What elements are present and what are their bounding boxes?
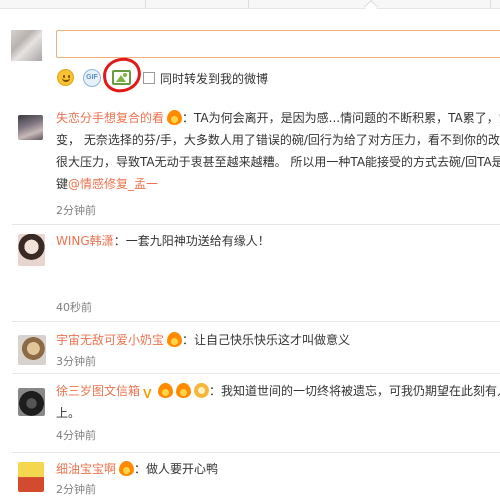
comment-body: 细油宝宝啊 ：做人要开心鸭 xyxy=(56,458,500,480)
flame-badge-icon xyxy=(158,383,174,398)
comment-timestamp: 2分钟前 xyxy=(56,204,96,217)
flame-badge-icon xyxy=(167,332,183,347)
flame-badge-icon xyxy=(167,110,183,125)
tab-separator xyxy=(490,0,491,8)
current-user-avatar xyxy=(11,30,42,61)
medal-badge-icon xyxy=(194,383,210,398)
comment-divider xyxy=(12,224,500,225)
comment-timestamp: 3分钟前 xyxy=(56,355,96,368)
verified-v-icon: V xyxy=(143,386,152,401)
avatar[interactable] xyxy=(18,388,45,416)
top-tab-bar xyxy=(0,0,500,9)
comment-body: WING韩潇：一套九阳神功送给有缘人！ xyxy=(56,230,500,252)
comment-text-line: 变， 无奈选择的芬/手，大多数人用了错误的碗/回行为给了对方压力，看不到你的改变 xyxy=(56,133,500,147)
composer-toolbar: GIF 同时转发到我的微博 xyxy=(56,55,496,95)
comment-timestamp: 4分钟前 xyxy=(56,429,96,442)
mention-link[interactable]: @情感修复_孟一 xyxy=(68,177,158,191)
repost-checkbox[interactable] xyxy=(143,72,155,84)
comment-body: 徐三岁图文信箱 V ：我知道世间的一切终将被遗忘，可我仍期望在此刻有人和 上。 xyxy=(56,380,500,424)
avatar[interactable] xyxy=(18,462,44,492)
comment-separator: ： xyxy=(182,111,195,125)
comment-username[interactable]: 失恋分手想复合的看 xyxy=(56,111,164,125)
avatar[interactable] xyxy=(18,234,45,266)
avatar[interactable] xyxy=(18,115,43,140)
comment-text: 一套九阳神功送给有缘人！ xyxy=(125,234,270,248)
comment-username[interactable]: 徐三岁图文信箱 xyxy=(56,384,140,398)
avatar[interactable] xyxy=(18,335,46,365)
comment-timestamp: 40秒前 xyxy=(56,301,92,314)
comment-separator: ： xyxy=(182,333,195,347)
comment-text: 让自己快乐快乐这才叫做意义 xyxy=(194,333,351,347)
comment-username[interactable]: WING韩潇 xyxy=(56,234,114,248)
comment-text-line: 很大压力，导致TA无动于衷甚至越来越糟。 所以用一种TA能接受的方式去碗/回TA… xyxy=(56,155,500,169)
emoji-icon-mouth xyxy=(62,78,70,82)
comment-text-line: 上。 xyxy=(56,406,81,420)
comment-input[interactable] xyxy=(56,30,500,58)
comment-text: 我知道世间的一切终将被遗忘，可我仍期望在此刻有人和 xyxy=(221,384,500,398)
comment-timestamp: 2分钟前 xyxy=(56,483,96,496)
comment-divider xyxy=(12,321,500,322)
comment-body: 宇宙无敌可爱小奶宝 ：让自己快乐快乐这才叫做意义 xyxy=(56,329,500,351)
flame-badge-icon xyxy=(119,461,135,476)
comment-divider xyxy=(12,373,500,374)
comment-text: TA为何会离开，是因为感...情问题的不断积累，TA累了，觉 xyxy=(194,111,500,125)
gif-icon[interactable]: GIF xyxy=(83,69,101,87)
comment-separator: ： xyxy=(134,462,147,476)
flame-badge-icon xyxy=(176,383,192,398)
comment-text-line: 键 xyxy=(56,177,69,191)
tab-separator xyxy=(248,0,249,8)
comment-separator: ： xyxy=(209,384,222,398)
comment-divider xyxy=(12,452,500,453)
comment-text: 做人要开心鸭 xyxy=(146,462,219,476)
tab-separator xyxy=(145,0,146,8)
comment-username[interactable]: 细油宝宝啊 xyxy=(56,462,116,476)
comment-username[interactable]: 宇宙无敌可爱小奶宝 xyxy=(56,333,164,347)
repost-checkbox-label[interactable]: 同时转发到我的微博 xyxy=(160,70,268,87)
red-highlight-circle xyxy=(100,55,144,95)
emoji-icon[interactable] xyxy=(57,69,74,86)
comment-separator: ： xyxy=(113,234,126,248)
comment-body: 失恋分手想复合的看 ：TA为何会离开，是因为感...情问题的不断积累，TA累了，觉… xyxy=(56,107,500,195)
